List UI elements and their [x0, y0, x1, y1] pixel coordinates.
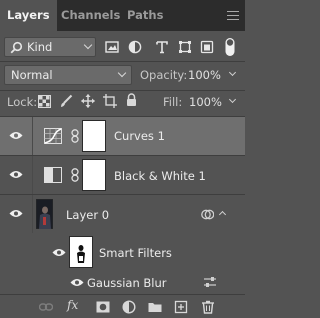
- lock-position-icon[interactable]: [81, 94, 95, 108]
- mask-link-icon[interactable]: [71, 168, 79, 182]
- visibility-eye-icon[interactable]: [70, 278, 84, 287]
- fill-value[interactable]: 100%: [189, 95, 222, 109]
- lock-image-pixels-icon[interactable]: [59, 94, 73, 108]
- filter-adjustment-layer-icon[interactable]: [128, 40, 142, 54]
- link-layers-icon[interactable]: [39, 300, 53, 314]
- divider: [0, 61, 245, 62]
- add-mask-icon[interactable]: [96, 300, 110, 314]
- tab-layers[interactable]: Layers: [0, 0, 57, 31]
- filter-pixel-layer-icon[interactable]: [105, 40, 119, 54]
- filter-shape-layer-icon[interactable]: [178, 40, 192, 54]
- lock-transparent-pixels-icon[interactable]: [38, 95, 51, 108]
- smart-filters-label[interactable]: Smart Filters: [99, 246, 172, 260]
- layer-row-curves-1[interactable]: Curves 1: [0, 117, 245, 155]
- visibility-eye-icon[interactable]: [9, 131, 23, 140]
- chevron-down-icon: [83, 40, 93, 50]
- search-icon: [10, 41, 23, 54]
- panel-menu-icon[interactable]: [227, 11, 239, 20]
- chevron-up-icon[interactable]: [218, 210, 227, 219]
- filter-smart-object-icon[interactable]: [200, 40, 214, 54]
- filter-toggle-switch[interactable]: [221, 37, 239, 57]
- lock-label: Lock:: [7, 95, 38, 109]
- layer-row-black-white-1[interactable]: Black & White 1: [0, 156, 245, 194]
- divider: [0, 90, 245, 91]
- lock-all-icon[interactable]: [126, 93, 137, 107]
- visibility-eye-icon[interactable]: [52, 248, 66, 257]
- blend-mode-label: Normal: [11, 68, 53, 82]
- column-divider: [32, 156, 33, 194]
- visibility-eye-icon[interactable]: [9, 170, 23, 179]
- new-layer-icon[interactable]: [174, 300, 188, 314]
- smart-filter-mask-thumbnail[interactable]: [69, 236, 93, 268]
- layer-mask-thumbnail[interactable]: [82, 159, 106, 191]
- filter-type-layer-icon[interactable]: [155, 40, 169, 54]
- tab-paths[interactable]: Paths: [120, 0, 170, 31]
- mask-link-icon[interactable]: [71, 129, 79, 143]
- blend-mode-dropdown[interactable]: Normal: [4, 65, 132, 85]
- new-group-folder-icon[interactable]: [148, 300, 162, 314]
- smart-filters-badge-icon: [201, 209, 214, 220]
- filter-blending-options-icon[interactable]: [203, 276, 217, 288]
- filter-kind-dropdown[interactable]: Kind: [4, 37, 96, 57]
- curves-adjustment-icon: [44, 128, 62, 144]
- fill-label: Fill:: [163, 95, 183, 109]
- layer-name[interactable]: Layer 0: [66, 208, 109, 222]
- chevron-down-icon[interactable]: [228, 95, 237, 104]
- layer-mask-thumbnail[interactable]: [82, 120, 106, 152]
- panel-bottom-toolbar: fx: [0, 294, 245, 318]
- layer-thumbnail-photo[interactable]: [36, 199, 53, 229]
- add-layer-style-button[interactable]: fx: [67, 298, 78, 312]
- filter-row-gaussian-blur[interactable]: Gaussian Blur: [0, 271, 245, 293]
- smart-filters-row[interactable]: Smart Filters: [0, 233, 245, 271]
- chevron-down-icon: [117, 68, 127, 78]
- delete-layer-trash-icon[interactable]: [201, 300, 215, 314]
- black-white-adjustment-icon: [44, 167, 62, 183]
- opacity-label: Opacity:: [140, 68, 188, 82]
- new-adjustment-layer-icon[interactable]: [122, 300, 136, 314]
- filter-name[interactable]: Gaussian Blur: [87, 276, 167, 290]
- layer-name[interactable]: Curves 1: [114, 129, 165, 143]
- layer-row-layer-0[interactable]: Layer 0: [0, 195, 245, 233]
- tab-channels[interactable]: Channels: [54, 0, 127, 31]
- lock-artboard-icon[interactable]: [103, 94, 117, 108]
- filter-kind-label: Kind: [27, 40, 53, 54]
- chevron-down-icon[interactable]: [228, 68, 237, 77]
- visibility-eye-icon[interactable]: [9, 209, 23, 218]
- opacity-value[interactable]: 100%: [188, 68, 221, 82]
- layer-name[interactable]: Black & White 1: [114, 169, 206, 183]
- column-divider: [32, 117, 33, 155]
- panel-tab-bar: Layers Channels Paths: [0, 0, 245, 31]
- column-divider: [32, 195, 33, 233]
